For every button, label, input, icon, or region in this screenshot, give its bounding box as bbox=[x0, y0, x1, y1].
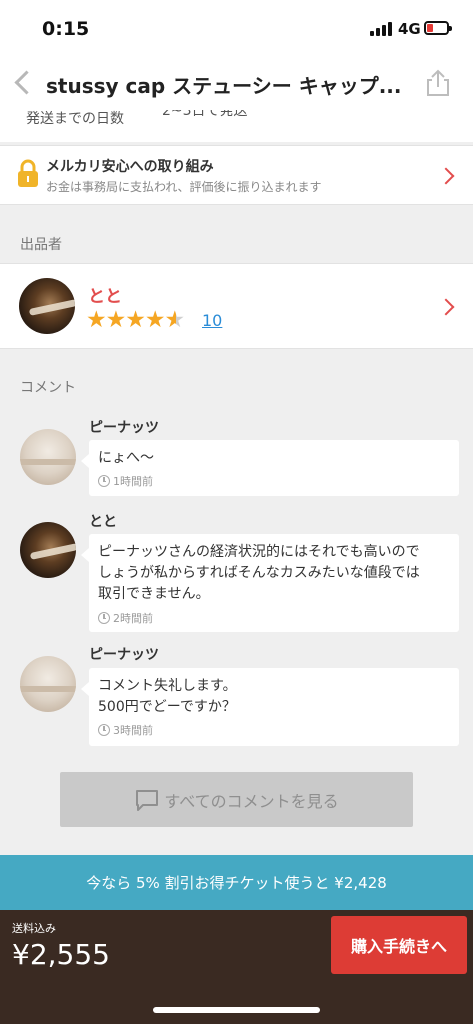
safety-subtitle: お金は事務局に支払われ、評価後に振り込まれます bbox=[46, 180, 322, 194]
star-icon: ★ bbox=[86, 307, 107, 333]
chevron-right-icon bbox=[437, 298, 455, 316]
shipping-days-row: 発送までの日数 2~3日で発送 bbox=[0, 110, 473, 142]
comment-text: にょへ〜 bbox=[98, 450, 154, 466]
promo-bar[interactable]: 今なら 5% 割引お得チケット使うと ¥2,428 bbox=[0, 855, 473, 910]
comment-time: 2時間前 bbox=[113, 612, 153, 625]
avatar[interactable] bbox=[20, 656, 76, 712]
comment-text: ピーナッツさんの経済状況的にはそれでも高いので しょうが私からすればそんなカスみ… bbox=[98, 544, 420, 602]
safety-title: メルカリ安心への取り組み bbox=[46, 159, 214, 175]
review-count-link[interactable]: 10 bbox=[202, 311, 222, 330]
buy-button-label: 購入手続きへ bbox=[350, 937, 447, 956]
star-icon: ★ bbox=[125, 307, 146, 333]
star-icon: ★ bbox=[105, 307, 127, 333]
comment-bubble: にょへ〜 1時間前 bbox=[81, 440, 459, 496]
comment-bubble: ピーナッツさんの経済状況的にはそれでも高いので しょうが私からすればそんなカスみ… bbox=[81, 534, 459, 632]
home-indicator[interactable] bbox=[153, 1007, 320, 1013]
comment-user[interactable]: ピーナッツ bbox=[89, 644, 159, 664]
nav-bar: stussy cap ステューシー キャップ... bbox=[0, 58, 473, 110]
comment-time: 3時間前 bbox=[113, 724, 153, 737]
shipping-days-value: 2~3日で発送 bbox=[162, 110, 248, 119]
seller-name: とと bbox=[88, 287, 122, 307]
purchase-bar: 送料込み ¥2,555 購入手続きへ bbox=[0, 910, 473, 1024]
comments-section-label: コメント bbox=[20, 380, 76, 396]
comment-text: コメント失礼します。 500円でどーですか？ bbox=[98, 678, 237, 715]
buy-button[interactable]: 購入手続きへ bbox=[331, 916, 467, 974]
back-icon[interactable] bbox=[12, 70, 34, 96]
clock-icon bbox=[98, 724, 110, 736]
battery-icon bbox=[424, 21, 452, 35]
clock-icon bbox=[98, 612, 110, 624]
comment-icon bbox=[136, 789, 159, 811]
status-time: 0:15 bbox=[42, 18, 90, 40]
avatar[interactable] bbox=[20, 429, 76, 485]
signal-icon bbox=[370, 22, 392, 36]
promo-text: 今なら 5% 割引お得チケット使うと ¥2,428 bbox=[86, 874, 387, 892]
status-bar: 0:15 4G bbox=[0, 0, 473, 58]
comment-user[interactable]: とと bbox=[89, 511, 117, 531]
price: ¥2,555 bbox=[12, 938, 110, 971]
safety-info-row[interactable]: メルカリ安心への取り組み お金は事務局に支払われ、評価後に振り込まれます bbox=[0, 145, 473, 205]
all-comments-button[interactable]: すべてのコメントを見る bbox=[60, 772, 413, 827]
avatar bbox=[19, 278, 75, 334]
shipping-days-label: 発送までの日数 bbox=[26, 111, 124, 127]
seller-rating-stars: ★ ★ ★ ★ ★ bbox=[86, 307, 186, 333]
comment-user[interactable]: ピーナッツ bbox=[89, 417, 159, 437]
shipping-included-label: 送料込み bbox=[12, 922, 56, 935]
chevron-right-icon bbox=[437, 167, 455, 185]
page-title: stussy cap ステューシー キャップ... bbox=[46, 74, 402, 98]
avatar[interactable] bbox=[20, 522, 76, 578]
star-half-icon: ★ bbox=[164, 307, 186, 333]
clock-icon bbox=[98, 475, 110, 487]
seller-section-label: 出品者 bbox=[20, 237, 62, 253]
comment-time: 1時間前 bbox=[113, 475, 153, 488]
star-icon: ★ bbox=[144, 307, 166, 333]
comment-bubble: コメント失礼します。 500円でどーですか？ 3時間前 bbox=[81, 668, 459, 746]
share-icon[interactable] bbox=[423, 68, 453, 98]
lock-icon bbox=[18, 159, 38, 187]
all-comments-label: すべてのコメントを見る bbox=[164, 791, 339, 811]
network-label: 4G bbox=[398, 20, 421, 38]
seller-row[interactable]: とと ★ ★ ★ ★ ★ 10 bbox=[0, 263, 473, 349]
